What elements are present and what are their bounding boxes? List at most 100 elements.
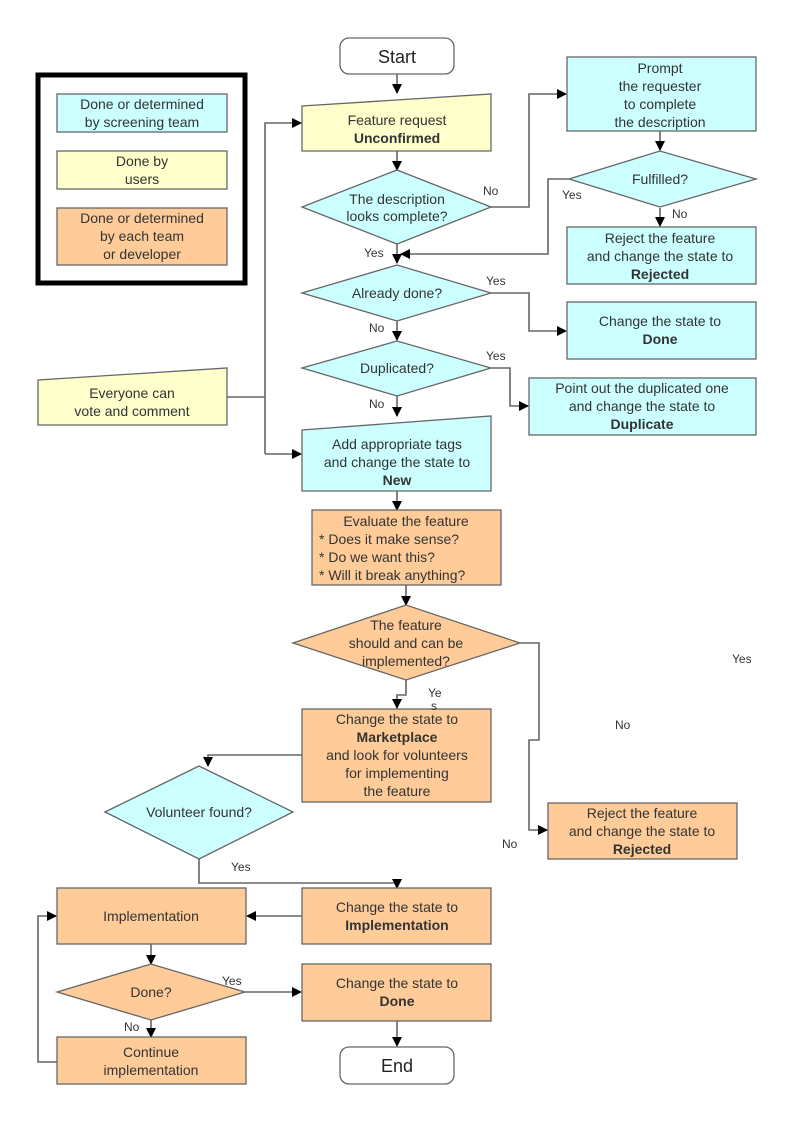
legend-text: by screening team <box>85 114 199 130</box>
edge-should-no <box>520 642 548 835</box>
edge-label: Yes <box>231 860 251 874</box>
node-text: * Does it make sense? <box>319 531 459 547</box>
node-volunteer-found: Volunteer found? <box>103 765 295 860</box>
legend-item-each-team: Done or determined by each team or devel… <box>56 207 228 266</box>
node-text: the feature <box>364 783 431 799</box>
node-fulfilled: Fulfilled? <box>566 150 759 208</box>
node-change-implementation: Change the state to Implementation <box>301 887 492 945</box>
node-text: Duplicated? <box>360 360 434 376</box>
node-text: * Will it break anything? <box>319 567 466 583</box>
legend-text: Done or determined <box>80 210 204 226</box>
node-text: The feature <box>370 617 442 633</box>
state-name: Done <box>380 993 415 1009</box>
edge-dup-yes <box>491 367 529 411</box>
edge-label: No <box>672 207 688 221</box>
node-text: Already done? <box>352 285 443 301</box>
state-name: Rejected <box>613 841 671 857</box>
node-point-duplicate: Point out the duplicated one and change … <box>528 377 757 436</box>
edge-label: No <box>502 837 518 851</box>
node-text: Everyone can <box>89 385 175 401</box>
edge-label: Yes <box>486 274 506 288</box>
node-text: * Do we want this? <box>319 549 435 565</box>
edge-desc-no <box>491 89 567 208</box>
state-name: Unconfirmed <box>354 130 440 146</box>
edge-label: No <box>369 397 385 411</box>
edge-already-yes <box>491 292 567 336</box>
edge-label: No <box>369 321 385 335</box>
node-text: Fulfilled? <box>632 171 688 187</box>
node-text: Change the state to <box>336 711 458 727</box>
node-text: vote and comment <box>74 403 189 419</box>
node-evaluate: Evaluate the feature * Does it make sens… <box>311 509 502 586</box>
node-prompt: Prompt the requester to complete the des… <box>566 56 757 132</box>
flowchart: Done or determined by screening team Don… <box>35 37 759 1085</box>
edge-label: No <box>615 718 631 732</box>
node-text: the description <box>614 114 705 130</box>
node-text: The description <box>349 191 445 207</box>
node-duplicated: Duplicated? <box>299 340 494 397</box>
node-text: Volunteer found? <box>146 804 252 820</box>
node-text: Reject the feature <box>605 230 716 246</box>
edge-vote-to-request <box>264 118 302 454</box>
node-implementation: Implementation <box>56 887 247 945</box>
node-text: Evaluate the feature <box>343 513 469 529</box>
state-name: Rejected <box>631 266 689 282</box>
edge-label: Yes <box>364 246 384 260</box>
node-everyone-vote: Everyone can vote and comment <box>37 367 228 426</box>
edge-continue-loop <box>37 911 57 1063</box>
start-label: Start <box>378 47 416 67</box>
node-feature-request: Feature request Unconfirmed <box>301 93 492 152</box>
node-text: Point out the duplicated one <box>555 380 729 396</box>
node-change-done-team: Change the state to Done <box>301 963 492 1022</box>
state-name: Done <box>643 331 678 347</box>
node-text: and change the state to <box>569 398 716 414</box>
node-continue-implementation: Continue implementation <box>56 1036 247 1085</box>
node-text: Continue <box>123 1044 179 1060</box>
edge-label: Yes <box>222 974 242 988</box>
state-name: New <box>383 472 412 488</box>
edge-label: No <box>483 184 499 198</box>
state-name: Duplicate <box>610 416 673 432</box>
node-text: and change the state to <box>324 454 471 470</box>
node-text: Reject the feature <box>587 805 698 821</box>
node-reject-team: Reject the feature and change the state … <box>547 802 738 860</box>
node-text: Change the state to <box>336 975 458 991</box>
node-done-question: Done? <box>54 963 248 1021</box>
node-reject-screening: Reject the feature and change the state … <box>566 226 757 285</box>
node-text: Done? <box>130 984 171 1000</box>
node-text: should and can be <box>349 635 464 651</box>
node-change-done-screening: Change the state to Done <box>566 301 757 360</box>
legend-text: or developer <box>103 246 181 262</box>
node-add-tags: Add appropriate tags and change the stat… <box>301 415 492 492</box>
node-text: Implementation <box>103 908 199 924</box>
legend: Done or determined by screening team Don… <box>35 72 248 286</box>
node-text: to complete <box>624 96 697 112</box>
node-text: Change the state to <box>599 313 721 329</box>
node-text: and change the state to <box>569 823 716 839</box>
node-text: Prompt <box>637 60 682 76</box>
node-text: Change the state to <box>336 899 458 915</box>
end-label: End <box>381 1056 413 1076</box>
edge-volunteer-yes <box>198 859 402 889</box>
legend-item-users: Done by users <box>56 150 228 190</box>
edge-label: Ye <box>428 686 442 700</box>
node-text: and change the state to <box>587 248 734 264</box>
node-start: Start <box>339 37 455 75</box>
state-name: Marketplace <box>357 729 438 745</box>
legend-text: Done or determined <box>80 96 204 112</box>
edge-label: Yes <box>486 349 506 363</box>
edge-label: Yes <box>562 188 582 202</box>
node-text: for implementing <box>345 765 449 781</box>
legend-item-screening-team: Done or determined by screening team <box>56 93 228 133</box>
legend-text: by each team <box>100 228 184 244</box>
node-text: Add appropriate tags <box>332 436 462 452</box>
edge-marketplace-to-volunteer <box>203 754 302 767</box>
node-text: implemented? <box>362 653 450 669</box>
node-already-done: Already done? <box>299 264 494 322</box>
node-marketplace: Change the state to Marketplace and look… <box>301 708 492 803</box>
node-text: looks complete? <box>346 208 447 224</box>
node-text: the requester <box>619 78 702 94</box>
node-text: implementation <box>104 1062 199 1078</box>
node-text: and look for volunteers <box>326 747 468 763</box>
edge-label: Yes <box>732 652 752 666</box>
